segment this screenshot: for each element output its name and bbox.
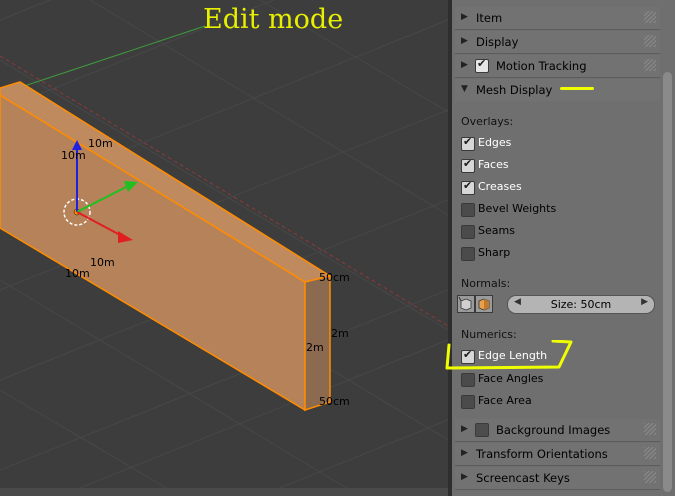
viewport-canvas[interactable]: 10m 10m 10m 10m 50cm 2m 2m 50cm [0, 0, 448, 496]
normals-size-field[interactable]: ◀ Size: 50cm ▶ [507, 295, 655, 314]
annotation-highlight-outline [445, 340, 573, 370]
sharp-label: Sharp [478, 246, 511, 259]
face-normal-icon [478, 298, 490, 311]
mode-annotation-title: Edit mode [203, 4, 344, 35]
panel-display-header[interactable]: ▶ Display [455, 31, 660, 54]
collapse-arrow-icon: ▼ [461, 84, 468, 94]
increment-arrow-icon[interactable]: ▶ [641, 297, 648, 307]
checkmark-icon: ✔ [463, 135, 473, 148]
seams-checkbox[interactable] [461, 225, 475, 239]
drag-grip-icon[interactable] [644, 471, 656, 483]
face-normals-button[interactable] [475, 295, 493, 313]
checkmark-icon: ✔ [477, 57, 487, 70]
background-images-checkbox[interactable] [475, 423, 489, 437]
properties-panel: ▶ Item ▶ Display ▶ ✔ Motion Tracking ▼ M… [452, 0, 675, 496]
creases-checkbox[interactable]: ✔ [461, 179, 475, 195]
edge-length-label: 2m [331, 327, 349, 340]
edge-length-label: 10m [65, 267, 90, 280]
panel-scrollbar[interactable] [663, 72, 672, 492]
panel-motion-tracking-header[interactable]: ▶ ✔ Motion Tracking [455, 55, 660, 78]
panel-motion-tracking-label: Motion Tracking [496, 59, 587, 73]
drag-grip-icon[interactable] [644, 59, 656, 71]
edges-label: Edges [478, 136, 512, 149]
edge-length-label: 10m [88, 137, 113, 150]
drag-grip-icon[interactable] [644, 35, 656, 47]
normals-size-value: Size: 50cm [550, 298, 612, 311]
face-angles-label: Face Angles [478, 372, 544, 385]
panel-mesh-display-header[interactable]: ▼ Mesh Display [455, 79, 660, 101]
panel-screencast-keys-label: Screencast Keys [476, 471, 570, 485]
panel-mesh-display-label: Mesh Display [476, 83, 553, 97]
grid-y-axis-line [0, 25, 206, 95]
face-area-label: Face Area [478, 394, 532, 407]
panel-transform-orientations-header[interactable]: ▶ Transform Orientations [455, 443, 660, 466]
panel-display-label: Display [476, 35, 519, 49]
creases-label: Creases [478, 180, 522, 193]
drag-grip-icon[interactable] [644, 447, 656, 459]
checkmark-icon: ✔ [463, 179, 473, 192]
expand-arrow-icon: ▶ [461, 424, 468, 434]
sharp-checkbox[interactable] [461, 247, 475, 261]
normals-heading: Normals: [461, 277, 511, 290]
checkmark-icon: ✔ [463, 157, 473, 170]
drag-grip-icon[interactable] [644, 11, 656, 23]
faces-label: Faces [478, 158, 509, 171]
panel-item-header[interactable]: ▶ Item [455, 7, 660, 30]
edge-length-label: 2m [306, 341, 324, 354]
panel-screencast-keys-header[interactable]: ▶ Screencast Keys [455, 467, 660, 490]
drag-grip-icon[interactable] [644, 423, 656, 435]
expand-arrow-icon: ▶ [461, 12, 468, 22]
seams-label: Seams [478, 224, 515, 237]
vertex-normal-icon [458, 296, 472, 311]
edge-length-label: 50cm [319, 395, 350, 408]
bevel-weights-label: Bevel Weights [478, 202, 557, 215]
panel-background-images-header[interactable]: ▶ Background Images [455, 419, 660, 442]
motion-tracking-checkbox[interactable]: ✔ [475, 57, 489, 73]
edge-length-label: 10m [61, 149, 86, 162]
faces-checkbox[interactable]: ✔ [461, 157, 475, 173]
expand-arrow-icon: ▶ [461, 60, 468, 70]
bevel-weights-checkbox[interactable] [461, 203, 475, 217]
expand-arrow-icon: ▶ [461, 36, 468, 46]
edges-checkbox[interactable]: ✔ [461, 135, 475, 151]
expand-arrow-icon: ▶ [461, 472, 468, 482]
vertex-normals-button[interactable] [457, 295, 475, 313]
panel-item-label: Item [476, 11, 503, 25]
edge-length-label: 50cm [319, 271, 350, 284]
viewport-header-bar [0, 488, 448, 496]
expand-arrow-icon: ▶ [461, 448, 468, 458]
annotation-underline [560, 87, 594, 90]
face-angles-checkbox[interactable] [461, 373, 475, 387]
panel-background-images-label: Background Images [496, 423, 611, 437]
3d-viewport[interactable]: 10m 10m 10m 10m 50cm 2m 2m 50cm Edit mod… [0, 0, 448, 496]
face-area-checkbox[interactable] [461, 395, 475, 409]
panel-transform-orientations-label: Transform Orientations [476, 447, 608, 461]
edge-length-label: 10m [90, 256, 115, 269]
overlays-heading: Overlays: [461, 115, 514, 128]
